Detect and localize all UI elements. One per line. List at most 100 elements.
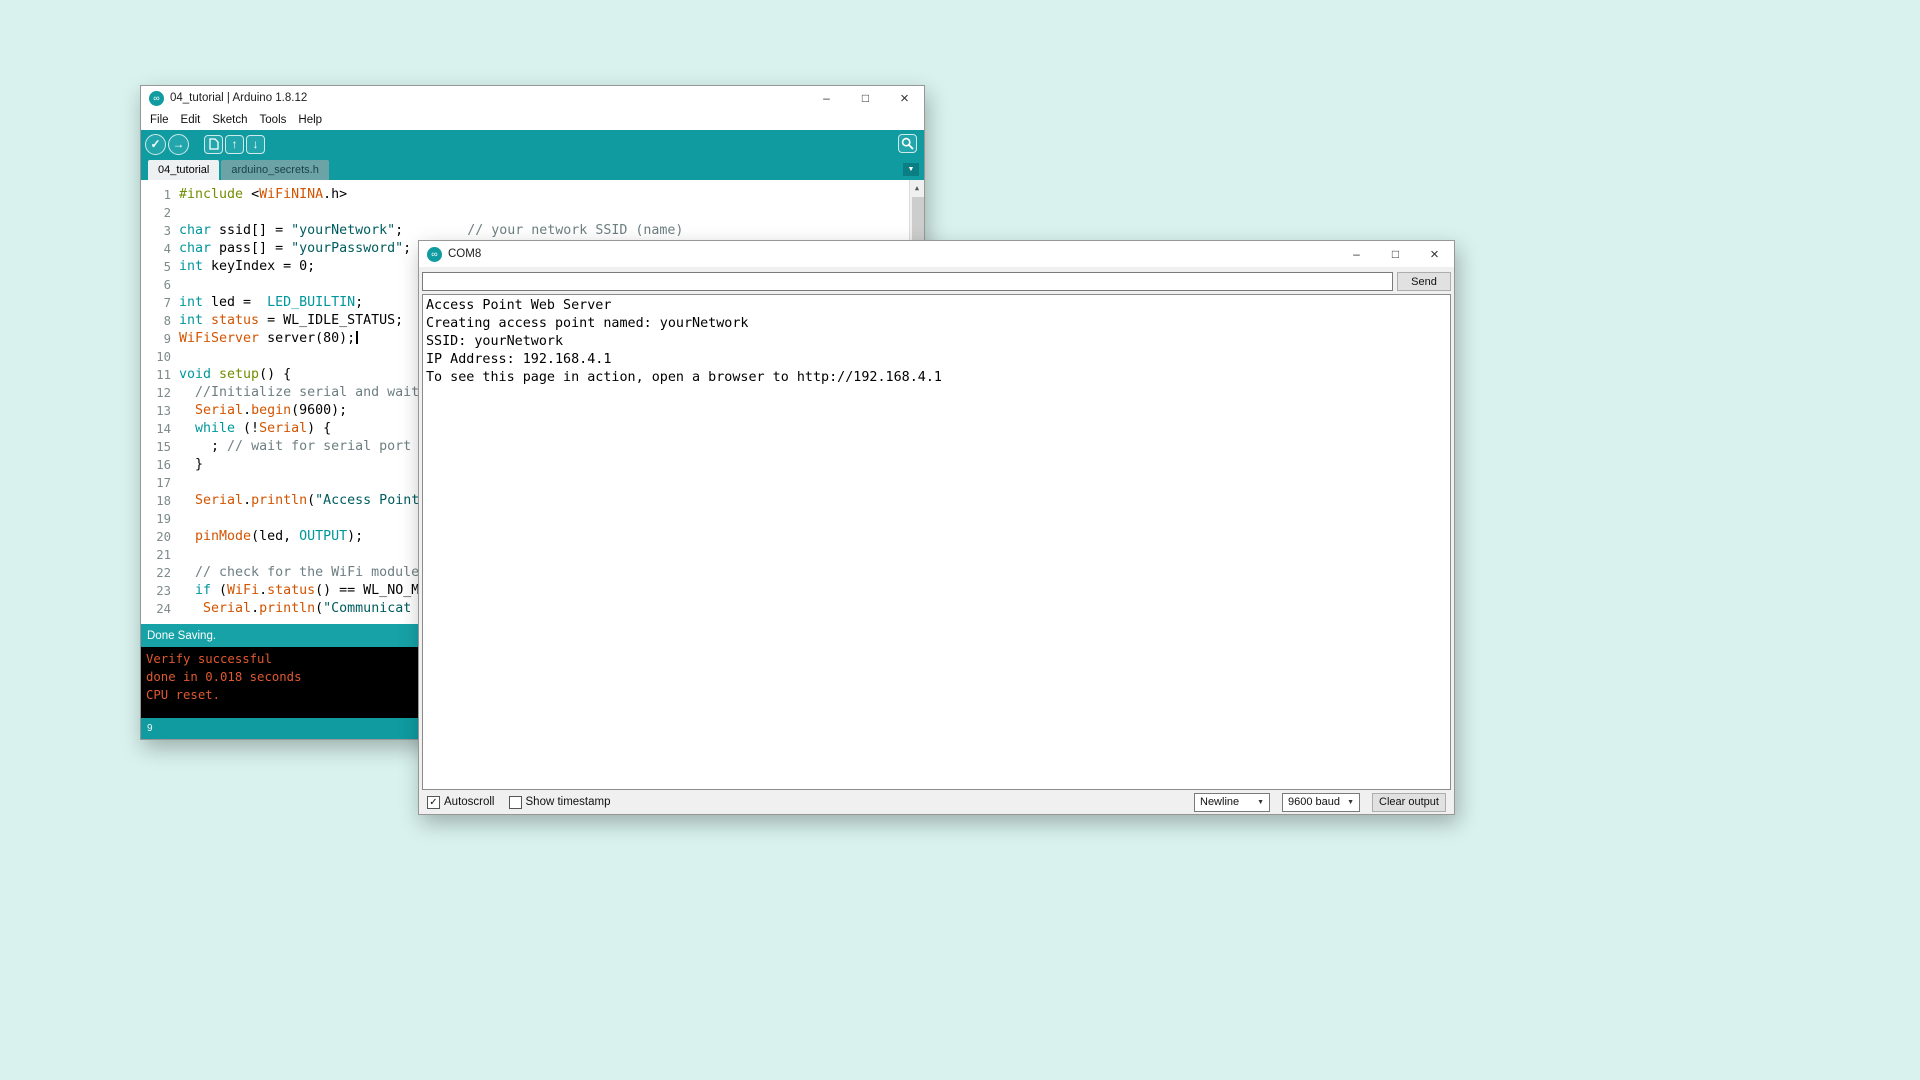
tab-strip: 04_tutorialarduino_secrets.h ▼ — [141, 158, 924, 180]
line-number: 23 — [141, 582, 171, 600]
serial-output[interactable]: Access Point Web ServerCreating access p… — [422, 294, 1451, 790]
line-number: 10 — [141, 348, 171, 366]
ide-minimize-button[interactable]: – — [807, 86, 846, 110]
ide-toolbar: ✓ → ↑ ↓ — [141, 130, 924, 158]
serial-maximize-button[interactable]: □ — [1376, 241, 1415, 267]
line-code: // check for the WiFi module — [171, 564, 419, 582]
serial-window-title: COM8 — [448, 248, 481, 260]
arduino-logo-icon: ∞ — [149, 91, 164, 106]
text-caret — [356, 331, 358, 344]
chevron-down-icon: ▼ — [1257, 799, 1264, 806]
line-number: 14 — [141, 420, 171, 438]
new-sketch-button[interactable] — [204, 135, 223, 154]
line-code — [171, 348, 179, 366]
line-ending-select[interactable]: Newline ▼ — [1194, 793, 1270, 812]
line-number: 2 — [141, 204, 171, 222]
line-code: int led = LED_BUILTIN; — [171, 294, 363, 312]
serial-output-line: Creating access point named: yourNetwork — [426, 315, 1447, 333]
tab-04_tutorial[interactable]: 04_tutorial — [148, 160, 219, 180]
line-code — [171, 204, 179, 222]
serial-monitor-window: ∞ COM8 – □ × Send Access Point Web Serve… — [418, 240, 1455, 815]
code-line-3: 3char ssid[] = "yourNetwork"; // your ne… — [141, 222, 924, 240]
line-number: 5 — [141, 258, 171, 276]
baud-rate-select[interactable]: 9600 baud ▼ — [1282, 793, 1360, 812]
line-code: } — [171, 456, 203, 474]
serial-bottom-bar: ✓ Autoscroll Show timestamp Newline ▼ 96… — [419, 790, 1454, 814]
serial-title-bar[interactable]: ∞ COM8 – □ × — [419, 241, 1454, 267]
timestamp-checkbox[interactable] — [509, 796, 522, 809]
tab-list-button[interactable]: ▼ — [903, 163, 919, 176]
line-number: 16 — [141, 456, 171, 474]
line-number: 15 — [141, 438, 171, 456]
line-number: 8 — [141, 312, 171, 330]
serial-monitor-button[interactable] — [898, 134, 917, 153]
line-number: 7 — [141, 294, 171, 312]
autoscroll-checkbox[interactable]: ✓ — [427, 796, 440, 809]
timestamp-label: Show timestamp — [526, 796, 611, 808]
ide-title-bar[interactable]: ∞ 04_tutorial | Arduino 1.8.12 – □ × — [141, 86, 924, 110]
status-message: Done Saving. — [147, 630, 216, 642]
desktop: { "colors": { "desktop_background": "#d9… — [0, 0, 1920, 1080]
magnifier-icon — [901, 137, 914, 150]
line-number: 13 — [141, 402, 171, 420]
clear-output-button[interactable]: Clear output — [1372, 793, 1446, 812]
send-button[interactable]: Send — [1397, 272, 1451, 291]
ide-maximize-button[interactable]: □ — [846, 86, 885, 110]
timestamp-toggle[interactable]: Show timestamp — [509, 796, 611, 809]
arduino-logo-icon: ∞ — [427, 247, 442, 262]
line-number: 22 — [141, 564, 171, 582]
line-code: WiFiServer server(80); — [171, 330, 358, 348]
menu-help[interactable]: Help — [292, 114, 328, 126]
line-number: 6 — [141, 276, 171, 294]
ide-close-button[interactable]: × — [885, 86, 924, 110]
line-code: Serial.println("Communicat — [171, 600, 411, 618]
line-code — [171, 546, 179, 564]
autoscroll-label: Autoscroll — [444, 796, 495, 808]
line-number: 4 — [141, 240, 171, 258]
code-line-1: 1#include <WiFiNINA.h> — [141, 186, 924, 204]
new-document-icon — [209, 138, 219, 150]
line-code: int status = WL_IDLE_STATUS; — [171, 312, 403, 330]
line-code: //Initialize serial and wait — [171, 384, 419, 402]
line-code: pinMode(led, OUTPUT); — [171, 528, 363, 546]
serial-close-button[interactable]: × — [1415, 241, 1454, 267]
tab-arduino_secrets.h[interactable]: arduino_secrets.h — [221, 160, 328, 180]
menu-sketch[interactable]: Sketch — [206, 114, 253, 126]
line-code: char pass[] = "yourPassword"; — [171, 240, 411, 258]
line-code: int keyIndex = 0; — [171, 258, 315, 276]
upload-button[interactable]: → — [168, 134, 189, 155]
line-code — [171, 510, 179, 528]
menu-file[interactable]: File — [144, 114, 175, 126]
menu-bar: FileEditSketchToolsHelp — [141, 110, 924, 130]
open-sketch-button[interactable]: ↑ — [225, 135, 244, 154]
code-line-2: 2 — [141, 204, 924, 222]
baud-rate-value: 9600 baud — [1288, 796, 1340, 808]
line-number: 9 — [141, 330, 171, 348]
line-code: if (WiFi.status() == WL_NO_M — [171, 582, 419, 600]
ide-window-title: 04_tutorial | Arduino 1.8.12 — [170, 92, 307, 104]
line-number: 1 — [141, 186, 171, 204]
menu-tools[interactable]: Tools — [254, 114, 293, 126]
line-number: 24 — [141, 600, 171, 618]
save-arrow-icon: ↓ — [253, 137, 259, 151]
line-code: Serial.begin(9600); — [171, 402, 347, 420]
serial-input[interactable] — [422, 272, 1393, 291]
verify-button[interactable]: ✓ — [145, 134, 166, 155]
line-indicator: 9 — [147, 723, 153, 734]
serial-minimize-button[interactable]: – — [1337, 241, 1376, 267]
serial-input-row: Send — [419, 267, 1454, 294]
scroll-up-arrow-icon[interactable]: ▲ — [910, 180, 924, 196]
line-number: 11 — [141, 366, 171, 384]
line-code: while (!Serial) { — [171, 420, 331, 438]
serial-output-line: Access Point Web Server — [426, 297, 1447, 315]
serial-output-line: SSID: yourNetwork — [426, 333, 1447, 351]
line-code: Serial.println("Access Point — [171, 492, 419, 510]
open-arrow-icon: ↑ — [232, 137, 238, 151]
autoscroll-toggle[interactable]: ✓ Autoscroll — [427, 796, 495, 809]
save-sketch-button[interactable]: ↓ — [246, 135, 265, 154]
menu-edit[interactable]: Edit — [175, 114, 207, 126]
chevron-down-icon: ▼ — [1347, 799, 1354, 806]
line-ending-value: Newline — [1200, 796, 1239, 808]
serial-output-line: To see this page in action, open a brows… — [426, 369, 1447, 387]
line-code: ; // wait for serial port — [171, 438, 411, 456]
